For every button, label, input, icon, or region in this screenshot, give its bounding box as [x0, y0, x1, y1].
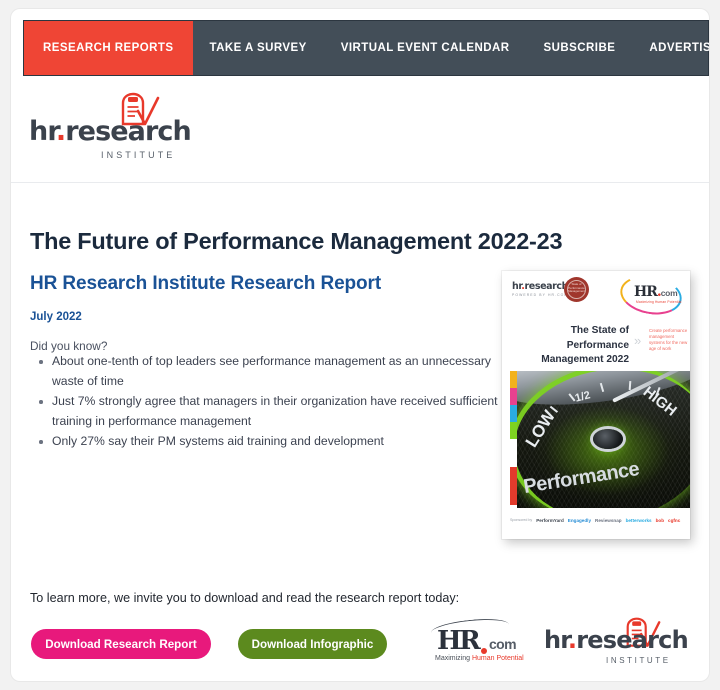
cover-hr-research-logo: hr.research POWERED BY HR.COM [512, 281, 568, 297]
hrcom-tagline-part1: Maximizing [435, 655, 472, 662]
footer-brand-hr: hr [544, 626, 569, 654]
nav-label: SUBSCRIBE [543, 42, 616, 54]
hrcom-com-text: com [489, 636, 517, 652]
nav-item-take-a-survey[interactable]: TAKE A SURVEY [193, 21, 324, 75]
download-infographic-button[interactable]: Download Infographic [238, 629, 387, 659]
nav-item-subscribe[interactable]: SUBSCRIBE [527, 21, 633, 75]
footer-brand-sub: INSTITUTE [606, 656, 671, 665]
cover-brand-research: research [524, 281, 569, 292]
sponsor-logo: Engagedly [567, 517, 591, 523]
nav-label: ADVERTISE [649, 42, 709, 54]
brand-wordmark: hr.research [29, 116, 192, 147]
cta-text: To learn more, we invite you to download… [30, 591, 460, 605]
brand-header: hr.research INSTITUTE [11, 77, 709, 183]
cover-hrcom-logo: HR.com Maximizing Human Potential [617, 271, 685, 320]
footer-brand-research: research [576, 626, 688, 654]
nav-item-virtual-event-calendar[interactable]: VIRTUAL EVENT CALENDAR [324, 21, 527, 75]
performance-gauge-graphic: LOW 1/2 HIGH Performance [517, 371, 690, 508]
sponsor-prefix: Sponsored by [510, 518, 533, 522]
list-item: Just 7% strongly agree that managers in … [39, 392, 504, 431]
sponsor-logo: cgfnc [668, 517, 681, 523]
nav-item-research-reports[interactable]: RESEARCH REPORTS [24, 21, 193, 75]
nav-item-advertise[interactable]: ADVERTISE [632, 21, 709, 75]
hrcom-logo[interactable]: HR com Maximizing Human Potential [429, 615, 539, 664]
brand-dot: . [55, 116, 66, 147]
cover-sponsors: Sponsored by PerformYard Engagedly Revie… [510, 514, 682, 526]
report-subtitle: HR Research Institute Research Report [30, 273, 382, 294]
chevron-right-icon: » [634, 333, 641, 348]
hrcom-red-dot-icon [481, 648, 487, 654]
cover-header: hr.research POWERED BY HR.COM State of P… [502, 271, 690, 320]
award-seal-icon: State of Performance Management [564, 277, 589, 302]
nav-label: TAKE A SURVEY [209, 42, 307, 54]
cover-hrcom-com: com [660, 288, 678, 298]
facts-list: About one-tenth of top leaders see perfo… [30, 352, 504, 453]
cover-brand-hr: hr [512, 281, 522, 292]
sponsor-logo: bob [655, 517, 665, 523]
report-date: July 2022 [30, 311, 82, 323]
nav-label: RESEARCH REPORTS [43, 42, 174, 54]
sponsor-logo: PerformYard [536, 517, 564, 523]
cover-hrcom-tagline: Maximizing Human Potential [636, 300, 682, 304]
footer-brand-wordmark: hr.research [544, 626, 689, 654]
seal-label: State of Performance Management [568, 282, 585, 294]
list-item: About one-tenth of top leaders see perfo… [39, 352, 504, 391]
list-item: Only 27% say their PM systems aid traini… [39, 432, 504, 452]
cover-tagline: Create performance management systems fo… [649, 328, 688, 351]
brand-word-research: research [65, 116, 191, 147]
did-you-know-label: Did you know? [30, 339, 108, 353]
hrcom-tagline-part2: Human Potential [471, 655, 524, 662]
cover-title: The State of Performance Management 2022 [541, 325, 629, 365]
report-cover-image[interactable]: hr.research POWERED BY HR.COM State of P… [502, 271, 690, 539]
sponsor-logo: Reviewsnap [595, 517, 622, 523]
color-strip [510, 371, 517, 439]
sponsor-logo: betterworks [625, 517, 652, 523]
hr-research-institute-logo-footer[interactable]: hr.research INSTITUTE [544, 617, 694, 666]
hr-research-institute-logo[interactable]: hr.research INSTITUTE [29, 91, 199, 163]
main-navigation: RESEARCH REPORTS TAKE A SURVEY VIRTUAL E… [23, 20, 709, 76]
page-card: RESEARCH REPORTS TAKE A SURVEY VIRTUAL E… [11, 9, 709, 681]
hrcom-hr-text: HR [437, 626, 481, 656]
cover-hrcom-hr: HR [634, 284, 658, 300]
hrcom-tagline: Maximizing Human Potential [435, 655, 524, 662]
footer-logos: HR com Maximizing Human Potential hr.res… [429, 615, 694, 668]
brand-subtitle: INSTITUTE [101, 150, 176, 160]
cover-brand-sub: POWERED BY HR.COM [512, 293, 569, 297]
page-title: The Future of Performance Management 202… [30, 227, 563, 254]
brand-word-hr: hr [29, 116, 57, 147]
footer-brand-dot: . [567, 626, 577, 654]
nav-label: VIRTUAL EVENT CALENDAR [340, 42, 510, 54]
download-research-report-button[interactable]: Download Research Report [31, 629, 211, 659]
